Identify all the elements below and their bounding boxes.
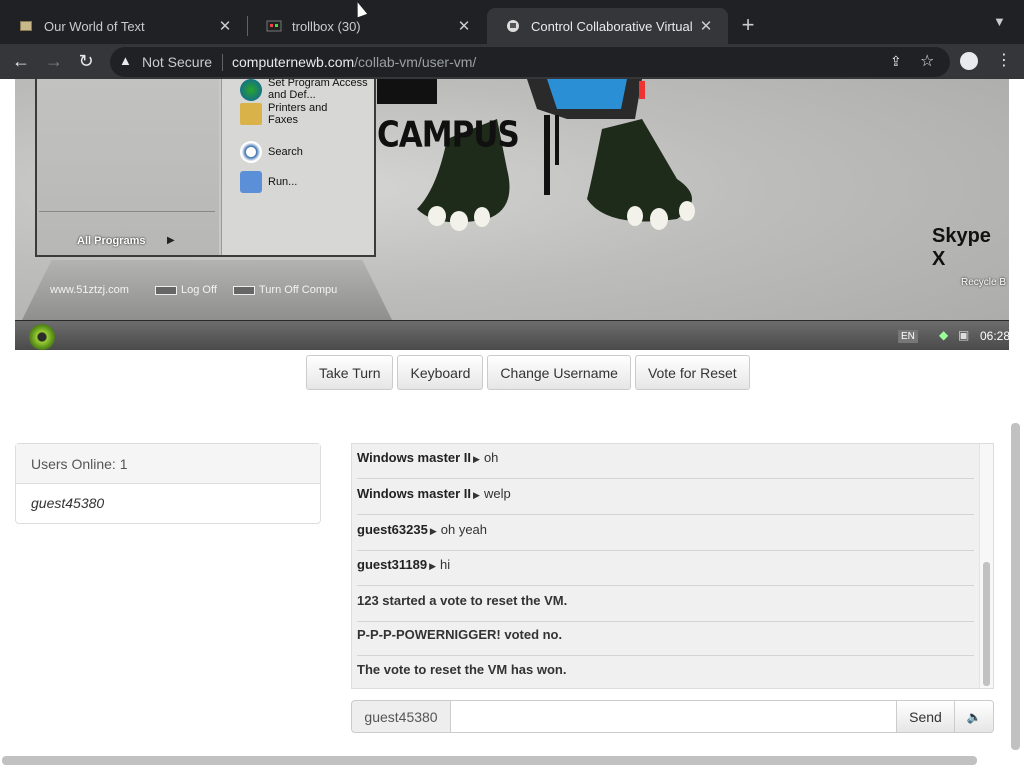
vm-clock[interactable]: 06:28 (980, 329, 1009, 343)
menu-kebab-icon[interactable]: ⋮ (996, 50, 1012, 70)
chat-input[interactable] (451, 700, 897, 733)
start-item-printers[interactable]: Printers and Faxes (268, 102, 338, 126)
trollbox-icon (266, 18, 282, 34)
chat-message: guest63235 ▶ oh yeah (357, 516, 974, 551)
chat-text: hi (440, 557, 451, 572)
chat-username: guest63235 (357, 522, 428, 537)
new-tab-icon[interactable]: + (737, 12, 759, 38)
start-menu-right-pane: Set Program Access and Def... Printers a… (221, 79, 374, 255)
start-item-run[interactable]: Run... (268, 176, 297, 188)
chat-arrow-icon: ▶ (473, 454, 480, 464)
start-menu-divider (39, 211, 215, 212)
profile-avatar-icon[interactable] (960, 52, 978, 70)
chat-text: welp (483, 486, 511, 501)
vm-screen[interactable]: CAMPUS All Programs ▶ Set Program Access… (15, 79, 1009, 350)
program-access-icon (240, 79, 262, 101)
chat-panel[interactable]: Windows master II ▶ oh Windows master II ▶ w… (351, 443, 994, 689)
reload-icon[interactable]: ↻ (74, 50, 98, 74)
printer-icon (240, 103, 262, 125)
log-off-button[interactable]: Log Off (155, 284, 217, 296)
address-bar[interactable]: ▲ Not Secure computernewb.com/collab-vm/… (110, 47, 950, 77)
run-icon (240, 171, 262, 193)
vm-icon (505, 18, 521, 34)
desktop-icon-skype[interactable]: Skype X (932, 225, 1009, 271)
close-tab-icon[interactable]: ✕ (215, 17, 235, 35)
all-programs-arrow-icon: ▶ (167, 235, 175, 246)
vm-taskbar: EN ◆ ▣ 06:28 (15, 320, 1009, 350)
browser-toolbar: ← → ↻ ▲ Not Secure computernewb.com/coll… (0, 44, 1024, 79)
chat-username: guest31189 (357, 557, 428, 572)
chat-username: Windows master II (357, 486, 472, 501)
all-programs-item[interactable]: All Programs (77, 235, 145, 247)
chat-arrow-icon: ▶ (429, 526, 437, 536)
change-username-button[interactable]: Change Username (487, 355, 631, 390)
start-item-search[interactable]: Search (268, 146, 303, 158)
close-tab-icon[interactable]: ✕ (696, 17, 716, 35)
tab-collab-vm[interactable]: Control Collaborative Virtual M ✕ (487, 8, 728, 44)
vm-start-menu[interactable]: All Programs ▶ Set Program Access and De… (35, 79, 376, 257)
book-icon (18, 18, 34, 34)
chat-text: oh (483, 450, 499, 465)
close-tab-icon[interactable]: ✕ (454, 17, 474, 35)
search-icon (240, 141, 262, 163)
volume-icon[interactable]: 🔈 (955, 700, 994, 733)
start-orb-icon[interactable] (29, 324, 55, 350)
volume-tray-icon[interactable]: ▣ (958, 328, 969, 342)
chat-arrow-icon: ▶ (429, 561, 437, 571)
page-vertical-scrollbar[interactable] (1011, 423, 1020, 750)
forward-icon[interactable]: → (42, 50, 66, 74)
keyboard-button[interactable]: Keyboard (397, 355, 484, 390)
chat-system-message: 123 started a vote to reset the VM. (357, 587, 974, 622)
chat-message: Windows master II ▶ oh (357, 444, 974, 479)
wallpaper-campus-text: CAMPUS (377, 114, 520, 156)
log-off-icon (155, 285, 177, 295)
chat-username: Windows master II (357, 450, 472, 465)
start-site-label: www.51ztzj.com (50, 284, 129, 296)
chat-input-group: guest45380 Send 🔈 (351, 700, 994, 733)
network-tray-icon[interactable]: ◆ (939, 328, 948, 342)
url-text[interactable]: computernewb.com/collab-vm/user-vm/ (232, 54, 476, 70)
users-online-panel: Users Online: 1 guest45380 (15, 443, 321, 524)
chat-system-message: The vote to reset the VM has won. (357, 662, 567, 677)
bookmark-star-icon[interactable]: ☆ (920, 51, 934, 71)
chat-message: Windows master II ▶ welp (357, 480, 974, 515)
start-item-program-access[interactable]: Set Program Access and Def... (268, 79, 372, 101)
warning-icon: ▲ (119, 53, 132, 68)
language-indicator[interactable]: EN (898, 330, 918, 343)
page-content: CAMPUS All Programs ▶ Set Program Access… (0, 79, 1024, 768)
power-icon (233, 285, 255, 295)
security-label[interactable]: Not Secure (142, 54, 212, 70)
chat-message: guest31189 ▶ hi (357, 551, 974, 586)
desktop-wallpaper-art (377, 79, 695, 231)
desktop-icon-recycle-bin[interactable]: Recycle B (961, 277, 1006, 288)
send-button[interactable]: Send (897, 700, 955, 733)
vm-controls: Take Turn Keyboard Change Username Vote … (306, 355, 750, 390)
chat-arrow-icon: ▶ (473, 490, 480, 500)
share-icon[interactable]: ⇪ (890, 53, 902, 70)
chat-text: oh yeah (440, 522, 488, 537)
start-menu-left-pane: All Programs ▶ (37, 79, 219, 255)
tab-strip: Our World of Text ✕ trollbox (30) ✕ Cont… (0, 0, 1024, 44)
chat-scrollbar-thumb[interactable] (983, 562, 990, 686)
user-list-item[interactable]: guest45380 (16, 484, 320, 522)
address-separator (222, 54, 223, 71)
turn-off-button[interactable]: Turn Off Compu (233, 284, 337, 296)
chat-system-message: P-P-P-POWERNIGGER! voted no. (357, 621, 974, 656)
back-icon[interactable]: ← (9, 50, 33, 74)
vote-reset-button[interactable]: Vote for Reset (634, 355, 750, 390)
take-turn-button[interactable]: Take Turn (306, 355, 394, 390)
page-horizontal-scrollbar[interactable] (2, 756, 977, 765)
users-online-header: Users Online: 1 (16, 444, 320, 484)
chat-username-label: guest45380 (351, 700, 451, 733)
tab-search-chevron-icon[interactable]: ▼ (993, 14, 1006, 29)
tab-our-world-of-text[interactable]: Our World of Text ✕ (0, 8, 247, 44)
